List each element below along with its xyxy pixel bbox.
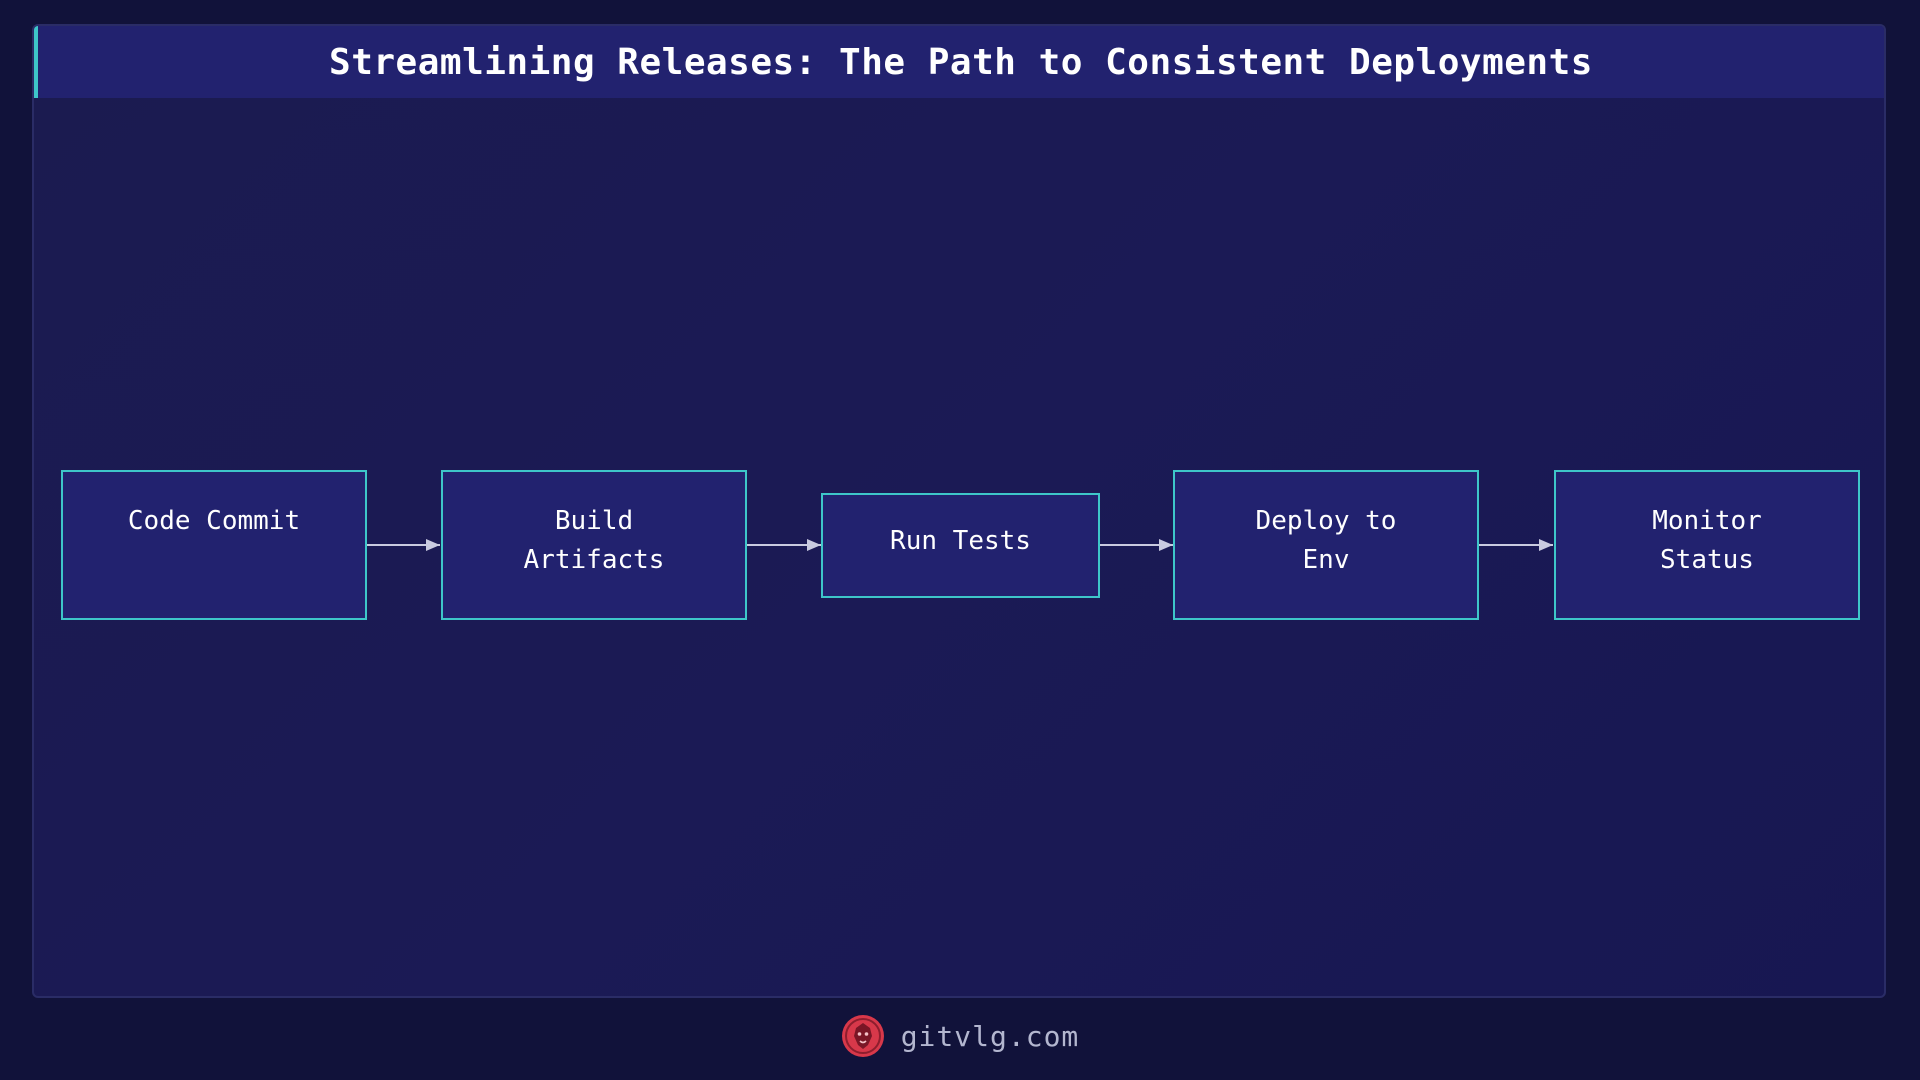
step-label: Deploy to Env — [1255, 506, 1397, 575]
lion-logo-icon — [841, 1015, 884, 1057]
footer: gitvlg.com — [0, 1010, 1920, 1062]
step-label: Monitor Status — [1652, 506, 1762, 575]
step-label: Run Tests — [890, 526, 1031, 556]
step-label: Code Commit — [127, 506, 301, 536]
step-label: Build Artifacts — [523, 506, 665, 575]
footer-site-link[interactable]: gitvlg.com — [901, 1020, 1080, 1053]
step-monitor-status: Monitor Status — [1554, 470, 1860, 620]
step-deploy-to-env: Deploy to Env — [1173, 470, 1479, 620]
step-run-tests: Run Tests — [821, 493, 1100, 598]
step-build-artifacts: Build Artifacts — [441, 470, 747, 620]
step-code-commit: Code Commit — [61, 470, 367, 620]
